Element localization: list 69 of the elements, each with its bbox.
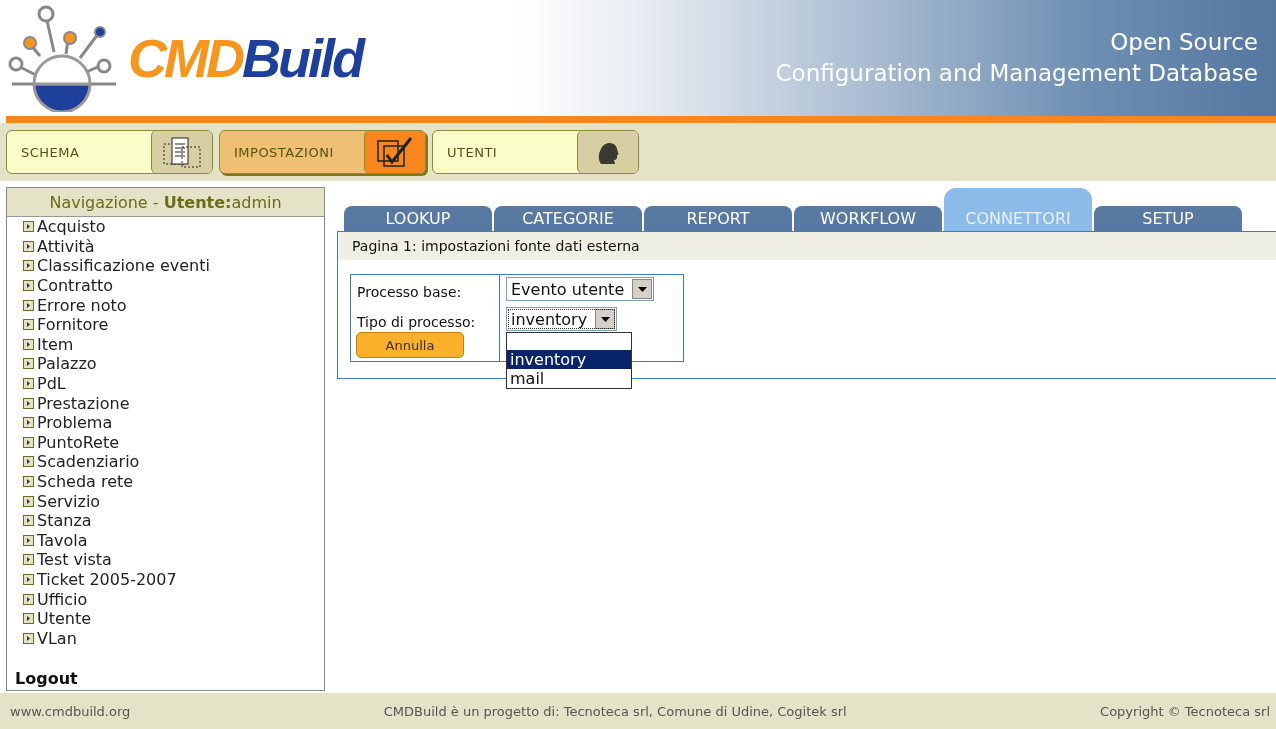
expand-icon[interactable] — [23, 221, 34, 233]
field-label: Tipo di processo: — [357, 313, 477, 332]
cancel-button[interactable]: Annulla — [356, 332, 464, 358]
page-header: Pagina 1: impostazioni fonte dati esterna — [338, 232, 1276, 260]
expand-icon[interactable] — [23, 632, 34, 644]
tab[interactable]: WORKFLOW — [794, 206, 942, 231]
sidebar-item[interactable]: Scheda rete — [37, 472, 134, 491]
sidebar-title: Navigazione - Utente:admin — [7, 188, 324, 217]
module-button[interactable]: UTENTI — [432, 130, 639, 174]
expand-icon[interactable] — [23, 613, 34, 625]
expand-icon[interactable] — [23, 495, 34, 507]
module-button[interactable]: SCHEMA — [6, 130, 213, 174]
expand-icon[interactable] — [23, 515, 34, 527]
module-button[interactable]: IMPOSTAZIONI — [219, 130, 426, 174]
field-label: Processo base: — [357, 283, 463, 302]
sidebar-item[interactable]: Stanza — [37, 511, 92, 531]
expand-icon[interactable] — [23, 378, 34, 390]
tagline: Configuration and Management Database — [775, 59, 1258, 88]
expand-icon[interactable] — [23, 593, 34, 605]
caret-icon — [600, 316, 610, 322]
caret-icon — [637, 286, 647, 292]
logout-link[interactable]: Logout — [15, 669, 78, 688]
sidebar-item[interactable]: Errore noto — [37, 295, 127, 315]
expand-icon[interactable] — [23, 338, 34, 350]
expand-icon[interactable] — [23, 397, 34, 409]
tab[interactable]: CATEGORIE — [494, 206, 642, 231]
dropdown-option[interactable]: inventory — [507, 350, 631, 369]
sidebar-item[interactable]: Problema — [37, 413, 113, 433]
sidebar-item[interactable]: Ufficio — [37, 589, 88, 609]
footer-credits: CMDBuild è un progetto di: Tecnoteca srl, Comune di Udine, Cogitek srl — [383, 703, 847, 719]
sidebar-item[interactable]: Item — [37, 334, 74, 354]
sidebar-item[interactable]: PuntoRete — [37, 432, 120, 452]
copyright: Copyright © Tecnoteca srl — [1100, 703, 1270, 719]
checkbox-icon — [375, 135, 415, 169]
expand-icon[interactable] — [23, 534, 34, 546]
expand-icon[interactable] — [23, 574, 34, 585]
expand-icon[interactable] — [23, 436, 34, 448]
tab[interactable]: LOOKUP — [344, 206, 492, 231]
expand-icon[interactable] — [23, 260, 34, 272]
sidebar-item[interactable]: Ticket 2005-2007 — [37, 570, 177, 589]
sidebar-item[interactable]: Servizio — [37, 491, 101, 511]
tagline: Open Source — [1110, 28, 1258, 57]
expand-icon[interactable] — [23, 456, 34, 468]
sidebar-item[interactable]: Utente — [37, 609, 92, 629]
sidebar-item[interactable]: Prestazione — [37, 393, 130, 413]
sidebar-item[interactable]: Test vista — [37, 550, 112, 570]
footer-link[interactable]: www.cmdbuild.org — [10, 703, 131, 719]
expand-icon[interactable] — [23, 319, 34, 331]
sidebar-item[interactable]: Fornitore — [37, 315, 109, 335]
sidebar-item[interactable]: Contratto — [37, 276, 114, 296]
expand-icon[interactable] — [23, 280, 34, 292]
expand-icon[interactable] — [23, 476, 34, 487]
expand-icon[interactable] — [23, 417, 34, 429]
expand-icon[interactable] — [23, 358, 34, 370]
sidebar-item[interactable]: VLan — [37, 628, 77, 648]
sidebar-item[interactable]: Classificazione eventi — [37, 256, 210, 276]
sidebar-item[interactable]: Acquisto — [37, 217, 106, 237]
sidebar-item[interactable]: Palazzo — [37, 354, 97, 374]
sidebar-item[interactable]: Tavola — [37, 530, 88, 550]
sidebar-item[interactable]: Attività — [37, 236, 95, 256]
expand-icon[interactable] — [23, 299, 34, 311]
sidebar-item[interactable]: Scadenziario — [37, 452, 140, 472]
tab[interactable]: SETUP — [1094, 206, 1242, 231]
tab[interactable]: REPORT — [644, 206, 792, 231]
documents-icon — [162, 135, 202, 169]
sidebar-item[interactable]: PdL — [37, 374, 66, 394]
expand-icon[interactable] — [23, 554, 34, 566]
dropdown[interactable]: Evento utente — [506, 277, 655, 301]
expand-icon[interactable] — [23, 240, 34, 252]
